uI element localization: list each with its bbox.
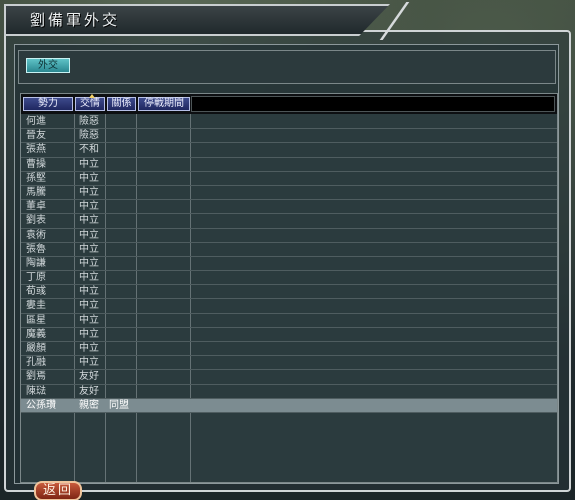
cell-force: 魔義 xyxy=(26,328,46,340)
cell-friendship: 中立 xyxy=(79,158,99,170)
cell-friendship: 中立 xyxy=(79,343,99,354)
cell-friendship: 中立 xyxy=(79,286,99,298)
cell-force: 區星 xyxy=(26,314,46,326)
table-header: 勢力 交情 關係 停戰期間 xyxy=(21,94,557,114)
cell-friendship: 中立 xyxy=(79,357,99,369)
cell-force: 張魯 xyxy=(26,243,46,255)
header-truce-period[interactable]: 停戰期間 xyxy=(138,97,190,111)
cell-force: 劉表 xyxy=(26,215,46,227)
sort-arrow-icon xyxy=(89,94,95,98)
cell-friendship: 險惡 xyxy=(79,130,99,142)
table-row[interactable]: 孫堅 中立 xyxy=(21,172,557,186)
cell-force: 晉友 xyxy=(26,130,46,142)
cell-relation: 同盟 xyxy=(109,399,129,411)
header-blank-area xyxy=(191,96,555,112)
cell-friendship: 中立 xyxy=(79,186,99,198)
cell-force: 陶謙 xyxy=(26,257,46,269)
cell-force: 曹操 xyxy=(26,158,46,170)
cell-friendship: 中立 xyxy=(79,272,99,284)
header-force[interactable]: 勢力 xyxy=(23,97,73,111)
cell-friendship: 友好 xyxy=(79,385,99,397)
table-row[interactable]: 婁圭 中立 xyxy=(21,299,557,314)
back-button[interactable]: 返回 xyxy=(34,481,82,500)
cell-force: 馬騰 xyxy=(26,186,46,198)
cell-friendship: 中立 xyxy=(79,328,99,340)
table-row[interactable]: 陳琺 友好 xyxy=(21,385,557,399)
header-friendship[interactable]: 交情 xyxy=(75,94,105,111)
cell-friendship: 中立 xyxy=(79,314,99,326)
cell-friendship: 親密 xyxy=(79,399,99,411)
table-body: 何進 險惡 晉友 險惡 張燕 不和 曹操 中立 孫堅 中立 馬騰 中立 董卓 中立 劉表 中立 袁術 中立 張魯 中立… xyxy=(21,115,557,413)
table-row[interactable]: 張魯 中立 xyxy=(21,243,557,257)
cell-friendship: 中立 xyxy=(79,229,99,241)
cell-friendship: 中立 xyxy=(79,243,99,255)
table-row[interactable]: 陶謙 中立 xyxy=(21,257,557,272)
table-row[interactable]: 劉表 中立 xyxy=(21,214,557,229)
table-row[interactable]: 何進 險惡 xyxy=(21,115,557,130)
table-row[interactable]: 馬騰 中立 xyxy=(21,186,557,201)
cell-force: 公孫瓚 xyxy=(26,399,56,411)
table-row[interactable]: 孔融 中立 xyxy=(21,356,557,371)
table-row[interactable]: 荀彧 中立 xyxy=(21,285,557,300)
table-row[interactable]: 劉焉 友好 xyxy=(21,370,557,385)
cell-force: 袁術 xyxy=(26,229,46,241)
cell-friendship: 不和 xyxy=(79,144,99,156)
force-relations-table: 勢力 交情 關係 停戰期間 何進 險惡 晉友 險惡 張燕 不和 曹操 中立 孫堅 中立 馬騰 中立 董卓… xyxy=(20,93,558,483)
cell-force: 婁圭 xyxy=(26,300,46,312)
cell-force: 荀彧 xyxy=(26,286,46,298)
header-friendship-label: 交情 xyxy=(80,98,100,109)
cell-friendship: 中立 xyxy=(79,215,99,227)
table-row[interactable]: 嚴顏 中立 xyxy=(21,342,557,357)
cell-force: 張燕 xyxy=(26,144,46,156)
cell-force: 董卓 xyxy=(26,201,46,213)
cell-friendship: 中立 xyxy=(79,257,99,269)
cell-force: 劉焉 xyxy=(26,371,46,383)
table-row[interactable]: 袁術 中立 xyxy=(21,229,557,243)
cell-force: 嚴顏 xyxy=(26,343,46,354)
diplomacy-button[interactable]: 外交 xyxy=(26,58,70,73)
table-row[interactable]: 區星 中立 xyxy=(21,314,557,328)
table-row[interactable]: 董卓 中立 xyxy=(21,200,557,215)
header-relation[interactable]: 關係 xyxy=(107,97,136,111)
table-row[interactable]: 曹操 中立 xyxy=(21,158,557,172)
cell-friendship: 友好 xyxy=(79,371,99,383)
cell-friendship: 中立 xyxy=(79,201,99,213)
cell-friendship: 險惡 xyxy=(79,116,99,127)
cell-force: 陳琺 xyxy=(26,385,46,397)
cell-friendship: 中立 xyxy=(79,172,99,184)
table-row[interactable]: 公孫瓚 親密 同盟 xyxy=(21,398,557,413)
table-row[interactable]: 晉友 險惡 xyxy=(21,129,557,144)
cell-force: 孫堅 xyxy=(26,172,46,184)
cell-force: 何進 xyxy=(26,116,46,127)
top-control-box xyxy=(18,50,556,84)
cell-friendship: 中立 xyxy=(79,300,99,312)
cell-force: 丁原 xyxy=(26,272,46,284)
table-row[interactable]: 魔義 中立 xyxy=(21,328,557,342)
table-row[interactable]: 張燕 不和 xyxy=(21,143,557,158)
table-row[interactable]: 丁原 中立 xyxy=(21,271,557,286)
window-title: 劉備軍外交 xyxy=(30,11,121,29)
cell-force: 孔融 xyxy=(26,357,46,369)
